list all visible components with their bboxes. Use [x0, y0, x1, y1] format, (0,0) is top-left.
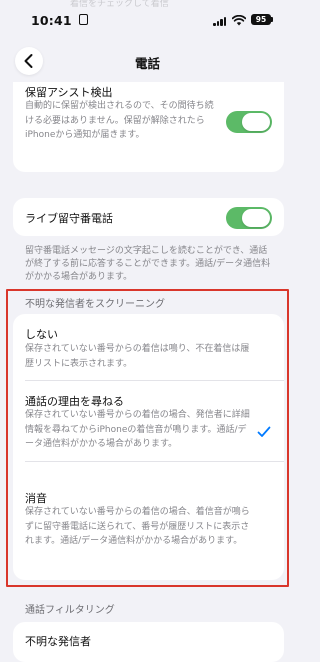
filtering-section-header: 通話フィルタリング [25, 605, 115, 616]
faded-banner: 着信をチェックして着信 [70, 0, 169, 9]
unknown-callers-row[interactable]: 不明な発信者 [25, 633, 91, 649]
focus-mode-icon [79, 14, 88, 25]
live-voicemail-footnote: 留守番電話メッセージの文字起こしを読むことができ、通話が終了する前に応答すること… [25, 246, 271, 282]
wifi-icon [232, 15, 246, 26]
status-time: 10:41 [31, 13, 72, 28]
page-title: 電話 [134, 56, 160, 71]
live-voicemail-toggle[interactable] [226, 207, 272, 229]
hold-assist-description: 自動的に保留が検出されるので、その間待ち続ける必要はありません。保留が解除された… [25, 101, 214, 140]
highlight-outline [6, 289, 289, 587]
battery-tip [271, 17, 273, 22]
battery-icon: 95 [251, 14, 271, 25]
cellular-signal-icon [213, 17, 227, 26]
hold-assist-toggle[interactable] [226, 111, 272, 133]
live-voicemail-title: ライブ留守番電話 [25, 212, 113, 225]
hold-assist-title: 保留アシスト検出 [25, 86, 113, 99]
status-bar: 着信をチェックして着信 10:41 95 [0, 0, 295, 40]
